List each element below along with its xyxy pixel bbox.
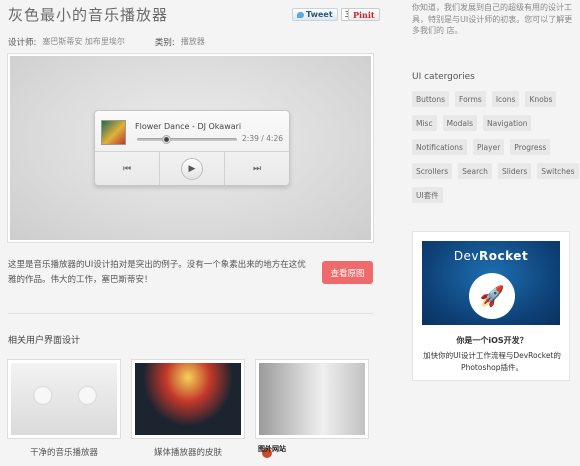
related-heading: 相关用户界面设计: [8, 336, 81, 346]
category-tag[interactable]: Modals: [442, 115, 478, 131]
progress-thumb[interactable]: [162, 135, 171, 144]
category-tag[interactable]: Icons: [491, 91, 520, 107]
page-title: 灰色最小的音乐播放器: [8, 6, 169, 24]
music-player: Flower Dance - DJ Okawari 2:39 / 4:26 ⏮ …: [94, 110, 290, 186]
play-button[interactable]: ▶: [181, 157, 203, 180]
category-tag[interactable]: Progress: [510, 139, 551, 155]
category-tag[interactable]: Player: [472, 139, 505, 155]
design-meta: 设计师: 塞巴斯蒂安 加布里埃尔 类别: 播放器: [8, 36, 205, 48]
next-icon: ⏭: [252, 163, 262, 174]
album-art: [101, 120, 126, 145]
tweet-widget[interactable]: Tweet 3: [292, 8, 354, 21]
ad-brand: DevRocket: [453, 249, 529, 263]
related-caption[interactable]: 干净的音乐播放器: [8, 446, 120, 458]
ad-text[interactable]: 加快你的UI设计工作流程与DevRocket的Photoshop插件。: [421, 350, 563, 374]
twitter-bird-icon: [297, 11, 304, 18]
rocket-icon: 🚀: [479, 284, 505, 308]
related-item[interactable]: 媒体播放器的皮肤: [132, 360, 244, 458]
category-tags: Buttons Forms Icons Knobs Misc Modals Navigati…: [412, 91, 580, 203]
category-tag[interactable]: Buttons: [412, 91, 450, 107]
play-button-cell: ▶: [159, 152, 225, 185]
design-preview[interactable]: Flower Dance - DJ Okawari 2:39 / 4:26 ⏮ …: [8, 54, 373, 242]
category-label: 类别:: [154, 38, 175, 48]
tweet-button[interactable]: Tweet: [292, 8, 338, 21]
devrocket-ad[interactable]: DevRocket 🚀 你是一个iOS开发？ 加快你的UI设计工作流程与DevR…: [412, 231, 570, 381]
view-original-button[interactable]: 查看原图: [322, 261, 373, 284]
designer-link[interactable]: 塞巴斯蒂安 加布里埃尔: [42, 36, 125, 48]
previous-icon: ⏮: [122, 163, 132, 174]
next-button[interactable]: ⏭: [225, 152, 289, 185]
song-title: Flower Dance - DJ Okawari: [135, 122, 242, 131]
rocket-badge: 🚀: [469, 273, 515, 319]
description: 这里是音乐播放器的UI设计拍对是突出的例子。没有一个象素出来的地方在这优雅的作品…: [8, 260, 306, 285]
related-caption[interactable]: 媒体播放器的皮肤: [132, 446, 244, 458]
previous-button[interactable]: ⏮: [95, 152, 159, 185]
ad-banner[interactable]: DevRocket 🚀: [422, 241, 560, 325]
related-list: 干净的音乐播放器 媒体播放器的皮肤: [8, 360, 368, 458]
watermark: 图外网站: [258, 445, 286, 453]
category-tag[interactable]: Scrollers: [412, 163, 453, 179]
page: 灰色最小的音乐播放器 Tweet 3 Pinit 设计师: 塞巴斯蒂安 加布里埃…: [0, 0, 580, 466]
sidebar-intro: 你知道，我们发展到自己的超级有用的设计工具，特别是与UI设计师的初衷。您可以了解…: [412, 3, 573, 35]
divider: [8, 313, 373, 314]
category-tag[interactable]: Forms: [455, 91, 486, 107]
related-thumbnail[interactable]: [8, 360, 120, 438]
category-tag[interactable]: Knobs: [525, 91, 557, 107]
category-tag[interactable]: Navigation: [483, 115, 532, 131]
category-tag[interactable]: Search: [458, 163, 492, 179]
category-tag[interactable]: UI套件: [412, 187, 443, 203]
player-controls: ⏮ ▶ ⏭: [95, 151, 289, 185]
time-readout: 2:39 / 4:26: [242, 134, 283, 143]
pinit-button[interactable]: Pinit: [348, 8, 380, 21]
designer-label: 设计师:: [8, 38, 37, 48]
tweet-label: Tweet: [306, 10, 333, 19]
related-thumbnail[interactable]: [256, 360, 368, 438]
progress-track[interactable]: [137, 135, 237, 144]
categories-heading: UI catergories: [412, 72, 475, 82]
category-tag[interactable]: Notifications: [412, 139, 467, 155]
related-item[interactable]: 干净的音乐播放器: [8, 360, 120, 458]
play-icon: ▶: [188, 163, 196, 174]
category-tag[interactable]: Switches: [537, 163, 579, 179]
category-tag[interactable]: Misc: [412, 115, 437, 131]
category-link[interactable]: 播放器: [181, 36, 205, 48]
ad-question: 你是一个iOS开发？: [456, 336, 528, 345]
category-tag[interactable]: Sliders: [497, 163, 532, 179]
related-thumbnail[interactable]: [132, 360, 244, 438]
